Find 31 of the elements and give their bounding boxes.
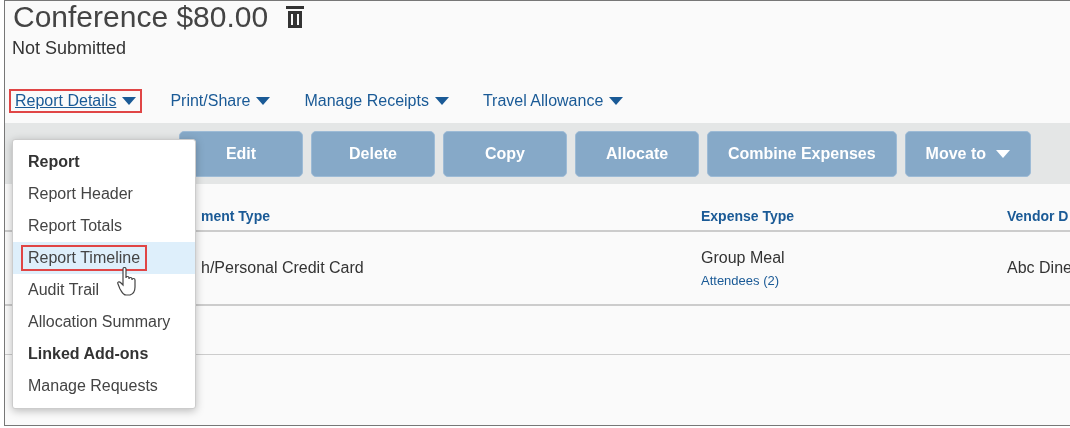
hand-cursor-icon xyxy=(117,267,139,297)
menu-item-row[interactable]: Manage Requests xyxy=(13,370,195,402)
report-title: Conference $80.00 xyxy=(13,1,269,33)
caret-icon xyxy=(434,97,449,105)
menu-heading: Report xyxy=(27,152,81,172)
menu-item-row[interactable]: Audit Trail xyxy=(13,274,195,306)
menu-item-row[interactable]: Report Totals xyxy=(13,210,195,242)
caret-icon xyxy=(122,97,137,105)
menu-heading: Linked Add-ons xyxy=(27,344,150,364)
column-header[interactable]: Vendor D xyxy=(1007,208,1067,224)
report-menu-tab[interactable]: Travel Allowance xyxy=(476,89,630,113)
menu-item[interactable]: Report Header xyxy=(21,181,140,207)
caret-icon xyxy=(609,97,624,105)
menu-item[interactable]: Report Timeline xyxy=(21,245,148,271)
menu-item[interactable]: Report Totals xyxy=(21,213,129,239)
column-header[interactable]: Expense Type xyxy=(701,208,1007,224)
report-menu-tab[interactable]: Report Details xyxy=(9,89,143,113)
report-menu-tab[interactable]: Manage Receipts xyxy=(298,89,455,113)
table-cell-text: h/Personal Credit Card xyxy=(201,259,365,277)
report-menu-tab[interactable]: Print/Share xyxy=(164,89,277,113)
menu-item-row[interactable]: Allocation Summary xyxy=(13,306,195,338)
column-header[interactable]: ment Type xyxy=(201,208,701,224)
menu-item[interactable]: Audit Trail xyxy=(21,277,107,303)
table-cell-text: Group Meal xyxy=(701,248,786,267)
menu-item[interactable]: Manage Requests xyxy=(21,373,165,399)
report-status: Not Submitted xyxy=(11,38,128,59)
caret-icon xyxy=(256,97,271,105)
menu-item-row[interactable]: Report Header xyxy=(13,178,195,210)
trash-icon[interactable] xyxy=(286,6,305,28)
attendees-link[interactable]: Attendees (2) xyxy=(701,272,1007,288)
menu-item[interactable]: Allocation Summary xyxy=(21,309,178,335)
